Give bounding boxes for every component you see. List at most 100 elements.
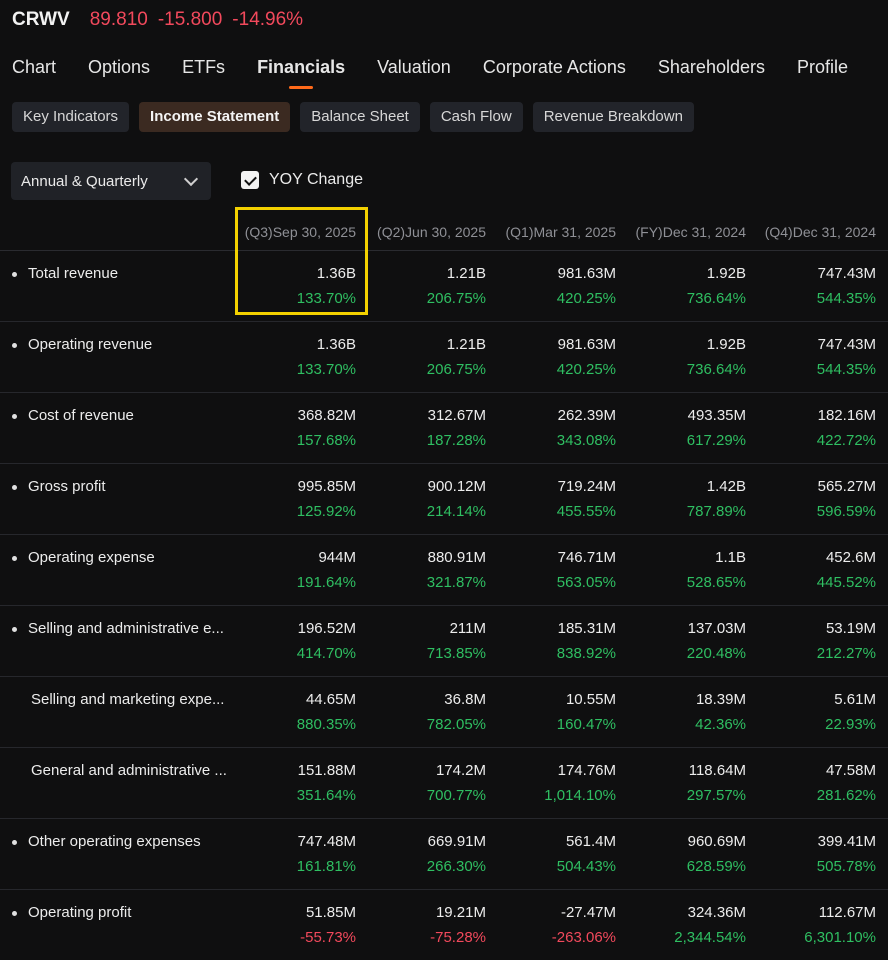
tab-etfs[interactable]: ETFs: [182, 57, 225, 78]
cell-value: 399.41M: [817, 833, 876, 850]
column-header[interactable]: (Q4)Dec 31, 2024: [765, 224, 876, 240]
tab-shareholders[interactable]: Shareholders: [658, 57, 765, 78]
row-label: Total revenue: [28, 265, 119, 282]
tab-chart[interactable]: Chart: [12, 57, 56, 78]
tab-options[interactable]: Options: [88, 57, 150, 78]
cell-yoy-change: -263.06%: [551, 929, 616, 946]
tab-profile[interactable]: Profile: [797, 57, 848, 78]
table-row[interactable]: Selling and administrative e... 196.52M 41…: [0, 606, 888, 677]
column-header[interactable]: (Q1)Mar 31, 2025: [506, 224, 617, 240]
cell-yoy-change: 187.28%: [426, 432, 486, 449]
cell-yoy-change: 880.35%: [296, 716, 356, 733]
chevron-down-icon: [183, 171, 199, 186]
cell-value: 1.36B: [316, 265, 356, 282]
income-statement-table: (Q3)Sep 30, 2025 (Q2)Jun 30, 2025 (Q1)Mar …: [0, 207, 888, 960]
cell-yoy-change: 713.85%: [426, 645, 486, 662]
cell-yoy-change: 422.72%: [816, 432, 876, 449]
column-header[interactable]: (Q2)Jun 30, 2025: [377, 224, 486, 240]
row-label: Other operating expenses: [28, 833, 201, 850]
table-row[interactable]: Operating profit 51.85M -55.73% 19.21M -75.2…: [0, 890, 888, 960]
last-price: 89.810: [89, 9, 148, 30]
table-row[interactable]: Other operating expenses 747.48M 161.81% 66…: [0, 819, 888, 890]
cell-value: 174.2M: [435, 762, 486, 779]
cell-yoy-change: 161.81%: [296, 858, 356, 875]
cell-yoy-change: -55.73%: [300, 929, 356, 946]
cell-value: 1.36B: [316, 336, 356, 353]
cell-value: 10.55M: [565, 691, 616, 708]
period-select[interactable]: Annual & Quarterly: [11, 162, 211, 200]
tab-financials[interactable]: Financials: [257, 57, 345, 78]
cell-value: 185.31M: [557, 620, 616, 637]
cell-value: 900.12M: [427, 478, 486, 495]
cell-value: 747.48M: [297, 833, 356, 850]
bullet-icon: [12, 840, 17, 845]
cell-yoy-change: 343.08%: [556, 432, 616, 449]
subtab-key-indicators[interactable]: Key Indicators: [12, 102, 130, 132]
cell-yoy-change: 420.25%: [556, 361, 616, 378]
cell-value: 51.85M: [305, 904, 356, 921]
cell-value: 561.4M: [565, 833, 616, 850]
cell-yoy-change: 42.36%: [695, 716, 746, 733]
tab-corporate-actions[interactable]: Corporate Actions: [483, 57, 626, 78]
cell-yoy-change: 544.35%: [816, 290, 876, 307]
cell-yoy-change: 787.89%: [686, 503, 746, 520]
cell-value: 5.61M: [834, 691, 876, 708]
cell-yoy-change: 125.92%: [296, 503, 356, 520]
tab-valuation[interactable]: Valuation: [377, 57, 451, 78]
cell-yoy-change: 220.48%: [686, 645, 746, 662]
cell-value: 944M: [318, 549, 356, 566]
cell-value: 53.19M: [825, 620, 876, 637]
column-header[interactable]: (FY)Dec 31, 2024: [636, 224, 747, 240]
cell-yoy-change: 2,344.54%: [674, 929, 746, 946]
cell-yoy-change: -75.28%: [430, 929, 486, 946]
cell-value: 747.43M: [817, 336, 876, 353]
cell-value: 669.91M: [427, 833, 486, 850]
cell-yoy-change: 133.70%: [296, 361, 356, 378]
cell-yoy-change: 22.93%: [825, 716, 876, 733]
cell-value: 151.88M: [297, 762, 356, 779]
subtab-revenue-breakdown[interactable]: Revenue Breakdown: [532, 102, 694, 132]
cell-value: 452.6M: [825, 549, 876, 566]
cell-value: 1.42B: [706, 478, 746, 495]
table-row[interactable]: Selling and marketing expe... 44.65M 880.3…: [0, 677, 888, 748]
yoy-change-toggle[interactable]: YOY Change: [241, 171, 363, 189]
table-row[interactable]: Operating expense 944M 191.64% 880.91M 321.8…: [0, 535, 888, 606]
main-tabs: Chart Options ETFs Financials Valuation Corpo…: [12, 57, 880, 78]
column-header[interactable]: (Q3)Sep 30, 2025: [245, 224, 356, 240]
cell-yoy-change: 736.64%: [686, 361, 746, 378]
row-label: Operating revenue: [28, 336, 153, 353]
table-body: Total revenue 1.36B 133.70% 1.21B 206.75% 981…: [0, 251, 888, 960]
cell-value: 324.36M: [687, 904, 746, 921]
cell-yoy-change: 736.64%: [686, 290, 746, 307]
subtab-balance-sheet[interactable]: Balance Sheet: [300, 102, 420, 132]
subtab-cash-flow[interactable]: Cash Flow: [429, 102, 523, 132]
table-header: (Q3)Sep 30, 2025 (Q2)Jun 30, 2025 (Q1)Mar …: [0, 207, 888, 251]
cell-value: 1.21B: [446, 265, 486, 282]
table-row[interactable]: General and administrative ... 151.88M 351…: [0, 748, 888, 819]
cell-value: 174.76M: [557, 762, 616, 779]
cell-yoy-change: 6,301.10%: [804, 929, 876, 946]
cell-yoy-change: 420.25%: [556, 290, 616, 307]
cell-yoy-change: 628.59%: [686, 858, 746, 875]
cell-value: 981.63M: [557, 336, 616, 353]
subtab-income-statement[interactable]: Income Statement: [139, 102, 291, 132]
bullet-icon: [12, 414, 17, 419]
table-row[interactable]: Cost of revenue 368.82M 157.68% 312.67M 187.…: [0, 393, 888, 464]
table-row[interactable]: Operating revenue 1.36B 133.70% 1.21B 206.75…: [0, 322, 888, 393]
cell-yoy-change: 191.64%: [296, 574, 356, 591]
cell-yoy-change: 544.35%: [816, 361, 876, 378]
row-label: Selling and marketing expe...: [31, 691, 225, 708]
cell-yoy-change: 445.52%: [816, 574, 876, 591]
yoy-checkbox[interactable]: [241, 171, 259, 189]
cell-value: 1.92B: [706, 265, 746, 282]
cell-yoy-change: 212.27%: [816, 645, 876, 662]
cell-value: 981.63M: [557, 265, 616, 282]
quote-header: CRWV 89.810 -15.800 -14.96%: [12, 9, 303, 31]
table-row[interactable]: Gross profit 995.85M 125.92% 900.12M 214.14%…: [0, 464, 888, 535]
cell-yoy-change: 596.59%: [816, 503, 876, 520]
ticker-symbol: CRWV: [12, 9, 70, 30]
table-row[interactable]: Total revenue 1.36B 133.70% 1.21B 206.75% 981…: [0, 251, 888, 322]
row-label: Operating expense: [28, 549, 155, 566]
cell-value: 44.65M: [305, 691, 356, 708]
cell-value: 211M: [449, 620, 486, 637]
